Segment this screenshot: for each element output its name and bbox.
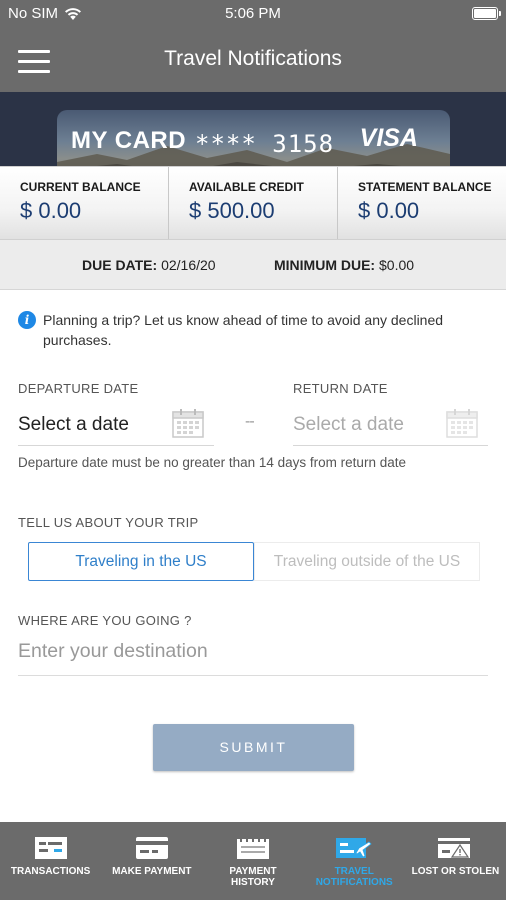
available-credit-label: AVAILABLE CREDIT [189, 180, 304, 194]
due-date-value: 02/16/20 [161, 257, 216, 273]
trip-info-text: Planning a trip? Let us know ahead of ti… [43, 312, 444, 348]
payment-card-icon [135, 837, 168, 859]
date-range-separator: -- [245, 413, 255, 430]
balances-strip: CURRENT BALANCE $ 0.00 AVAILABLE CREDIT … [0, 166, 506, 240]
due-date-label: DUE DATE: [82, 257, 158, 273]
departure-date-field[interactable]: Select a date [18, 408, 214, 446]
return-date-value: Select a date [293, 414, 404, 435]
bottom-tab-bar: TRANSACTIONS MAKE PAYMENT PAYMENT HISTORY… [0, 822, 506, 900]
tab-lost-or-stolen-label: LOST OR STOLEN [411, 866, 500, 877]
statement-balance-label: STATEMENT BALANCE [358, 180, 492, 194]
card-hero: MY CARD **** 3158 VISA [0, 92, 506, 166]
status-time: 5:06 PM [225, 5, 281, 22]
tab-lost-or-stolen[interactable]: LOST OR STOLEN [405, 822, 506, 900]
tab-transactions[interactable]: TRANSACTIONS [0, 822, 101, 900]
tab-make-payment[interactable]: MAKE PAYMENT [101, 822, 202, 900]
current-balance: CURRENT BALANCE $ 0.00 [0, 167, 169, 239]
available-credit: AVAILABLE CREDIT $ 500.00 [169, 167, 338, 239]
submit-button[interactable]: SUBMIT [153, 724, 354, 771]
current-balance-label: CURRENT BALANCE [20, 180, 141, 194]
statement-balance: STATEMENT BALANCE $ 0.00 [338, 167, 506, 239]
tab-transactions-label: TRANSACTIONS [10, 866, 91, 877]
destination-input[interactable]: Enter your destination [18, 636, 488, 676]
minimum-due: MINIMUM DUE: $0.00 [274, 257, 414, 273]
status-bar: No SIM 5:06 PM [0, 0, 506, 26]
card-name: MY CARD [71, 127, 187, 154]
visa-logo: VISA [359, 124, 418, 152]
battery-icon [472, 7, 501, 20]
date-hint: Departure date must be no greater than 1… [18, 455, 406, 470]
tab-travel-notifications[interactable]: TRAVEL NOTIFICATIONS [304, 822, 405, 900]
current-balance-value: $ 0.00 [20, 198, 82, 223]
nav-bar: Travel Notifications [0, 26, 506, 92]
return-date-label: RETURN DATE [293, 381, 388, 396]
destination-label: WHERE ARE YOU GOING ? [18, 613, 192, 628]
payment-history-icon [237, 836, 269, 859]
trip-info-message: i Planning a trip? Let us know ahead of … [18, 310, 488, 350]
tab-travel-notifications-label: TRAVEL NOTIFICATIONS [315, 866, 393, 888]
card-number: **** 3158 [195, 130, 335, 158]
trip-type-toggle: Traveling in the US Traveling outside of… [28, 542, 480, 581]
tab-payment-history[interactable]: PAYMENT HISTORY [202, 822, 303, 900]
travel-notifications-icon [336, 838, 372, 858]
traveling-us-option[interactable]: Traveling in the US [28, 542, 254, 581]
lost-stolen-icon [438, 838, 471, 858]
available-credit-value: $ 500.00 [189, 198, 275, 223]
tab-make-payment-label: MAKE PAYMENT [112, 866, 192, 877]
page-title: Travel Notifications [164, 47, 342, 70]
due-strip: DUE DATE: 02/16/20 MINIMUM DUE: $0.00 [0, 240, 506, 290]
calendar-icon[interactable] [446, 408, 478, 438]
statement-balance-value: $ 0.00 [358, 198, 420, 223]
return-date-field[interactable]: Select a date [293, 408, 488, 446]
trip-type-label: TELL US ABOUT YOUR TRIP [18, 515, 199, 530]
calendar-icon[interactable] [172, 408, 204, 438]
departure-date-label: DEPARTURE DATE [18, 381, 139, 396]
minimum-due-value: $0.00 [379, 257, 415, 273]
info-icon: i [18, 311, 36, 329]
traveling-outside-us-option[interactable]: Traveling outside of the US [254, 542, 480, 581]
transactions-icon [34, 837, 67, 859]
departure-date-value: Select a date [18, 414, 129, 435]
minimum-due-label: MINIMUM DUE: [274, 257, 376, 273]
due-date: DUE DATE: 02/16/20 [82, 257, 216, 273]
credit-card-image: MY CARD **** 3158 VISA [57, 110, 450, 166]
tab-payment-history-label: PAYMENT HISTORY [229, 866, 277, 888]
